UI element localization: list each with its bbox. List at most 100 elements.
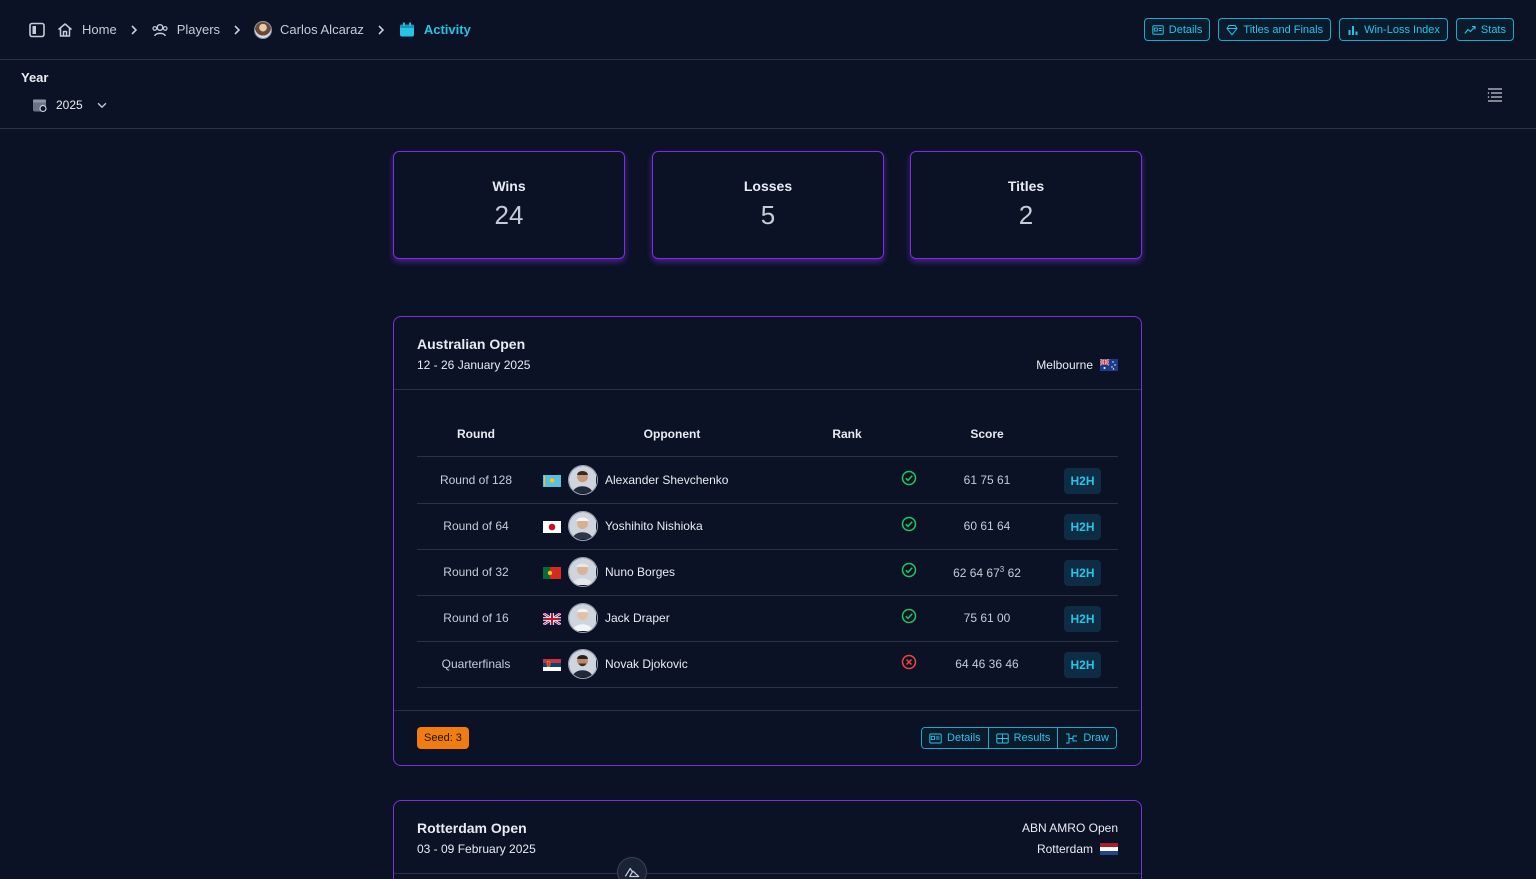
trend-icon <box>1464 25 1476 34</box>
breadcrumb-players-label: Players <box>176 22 221 37</box>
check-circle-icon <box>901 516 917 532</box>
column-opponent: Opponent <box>643 427 701 441</box>
tournament-draw-button[interactable]: Draw <box>1058 728 1116 748</box>
avatar <box>254 20 273 39</box>
tournament-dates: 12 - 26 January 2025 <box>417 358 531 372</box>
column-round: Round <box>457 427 495 441</box>
tournament-details-button[interactable]: Details <box>922 728 989 748</box>
table-row: Round of 16 Jack Draper 75 61 00 H2H <box>417 596 1118 642</box>
win-loss-index-button[interactable]: Win-Loss Index <box>1339 18 1448 41</box>
match-score: 60 61 64 <box>937 519 1037 533</box>
sidebar-toggle-icon[interactable] <box>28 21 46 39</box>
chevron-right-icon <box>374 23 388 37</box>
player-avatar[interactable] <box>568 511 598 541</box>
match-score: 62 64 673 62 <box>937 565 1037 580</box>
list-icon[interactable] <box>1486 86 1504 104</box>
score-text: 75 61 00 <box>963 611 1011 625</box>
check-circle-icon <box>901 562 917 578</box>
table-row: Round of 32 Nuno Borges 62 64 673 62 H2H <box>417 550 1118 596</box>
tournament-name[interactable]: Australian Open <box>417 336 525 352</box>
tournament-results-button[interactable]: Results <box>988 728 1059 748</box>
wins-label: Wins <box>492 178 526 194</box>
matches-table-header: Round Opponent Rank Score <box>417 427 1118 457</box>
opponent-name[interactable]: Yoshihito Nishioka <box>605 519 703 533</box>
uk-flag-icon <box>543 613 561 625</box>
seed-badge: Seed: 3 <box>417 727 469 749</box>
h2h-button[interactable]: H2H <box>1064 560 1101 586</box>
match-score: 75 61 00 <box>937 611 1037 625</box>
titles-label: Titles <box>1007 178 1045 194</box>
titles-and-finals-button-label: Titles and Finals <box>1243 23 1324 36</box>
opponent-name[interactable]: Nuno Borges <box>605 565 675 579</box>
top-actions: Details Titles and Finals Win-Loss Index… <box>1143 18 1514 41</box>
wins-value: 24 <box>494 200 524 230</box>
check-circle-icon <box>901 470 917 486</box>
details-button-label: Details <box>1168 23 1203 36</box>
diamond-icon <box>1226 24 1239 36</box>
tournament-sponsor-name: ABN AMRO Open <box>1021 821 1118 835</box>
tournament-card: Rotterdam Open 03 - 09 February 2025 ABN… <box>393 800 1142 879</box>
score-text: 61 75 61 <box>963 473 1011 487</box>
tournament-actions: Details Results Draw <box>921 727 1117 749</box>
tournament-location: Melbourne <box>1036 358 1118 372</box>
opponent-name[interactable]: Alexander Shevchenko <box>605 473 728 487</box>
match-round: Round of 128 <box>439 473 513 487</box>
tournament-city: Rotterdam <box>1036 842 1093 856</box>
column-rank: Rank <box>832 427 862 441</box>
player-avatar[interactable] <box>568 465 598 495</box>
losses-card: Losses 5 <box>652 151 884 259</box>
table-row: Round of 64 Yoshihito Nishioka 60 61 64 … <box>417 504 1118 550</box>
users-icon <box>152 23 168 36</box>
breadcrumb-current: Activity <box>398 21 471 39</box>
player-avatar[interactable] <box>568 557 598 587</box>
h2h-button[interactable]: H2H <box>1064 606 1101 632</box>
nuxt-logo-icon <box>624 867 640 878</box>
titles-value: 2 <box>1018 200 1034 230</box>
id-card-icon <box>929 733 942 743</box>
nuxt-devtools-button[interactable] <box>617 857 647 879</box>
player-avatar[interactable] <box>568 649 598 679</box>
chevron-down-icon <box>97 102 107 109</box>
tournament-header: Australian Open 12 - 26 January 2025 Mel… <box>394 317 1141 390</box>
h2h-button[interactable]: H2H <box>1064 514 1101 540</box>
breadcrumb-home[interactable]: Home <box>56 21 117 39</box>
win-loss-index-button-label: Win-Loss Index <box>1364 23 1440 36</box>
stats-button-label: Stats <box>1480 23 1506 36</box>
breadcrumb-current-label: Activity <box>423 22 471 37</box>
losses-label: Losses <box>743 178 793 194</box>
score-text: 62 64 67 <box>953 566 1000 580</box>
tournament-details-label: Details <box>947 732 981 744</box>
kazakhstan-flag-icon <box>543 475 561 487</box>
australia-flag-icon <box>1100 359 1118 371</box>
player-avatar[interactable] <box>568 603 598 633</box>
score-text: 60 61 64 <box>963 519 1011 533</box>
breadcrumb-player[interactable]: Carlos Alcaraz <box>254 20 364 39</box>
tournament-dates: 03 - 09 February 2025 <box>417 842 536 856</box>
h2h-button[interactable]: H2H <box>1064 652 1101 678</box>
calendar-search-icon <box>33 99 47 113</box>
netherlands-flag-icon <box>1100 843 1118 855</box>
tournament-footer: Seed: 3 Details Results Draw <box>394 710 1140 765</box>
table-icon <box>995 733 1009 743</box>
table-row: Round of 128 Alexander Shevchenko 61 75 … <box>417 458 1118 504</box>
year-value: 2025 <box>56 98 83 112</box>
titles-and-finals-button[interactable]: Titles and Finals <box>1218 18 1332 41</box>
opponent-name[interactable]: Novak Djokovic <box>605 657 688 671</box>
bracket-icon <box>1066 733 1078 743</box>
tournament-header: Rotterdam Open 03 - 09 February 2025 ABN… <box>394 801 1141 874</box>
details-button[interactable]: Details <box>1143 18 1211 41</box>
year-select[interactable]: 2025 <box>32 97 109 113</box>
h2h-button[interactable]: H2H <box>1064 468 1101 494</box>
tournament-name[interactable]: Rotterdam Open <box>417 820 527 836</box>
breadcrumb: Home Players Carlos Alcaraz Activity <box>28 20 471 39</box>
stats-button[interactable]: Stats <box>1455 18 1514 41</box>
match-round: Round of 64 <box>443 519 509 533</box>
chevron-right-icon <box>230 23 244 37</box>
serbia-flag-icon <box>543 659 561 671</box>
portugal-flag-icon <box>543 567 561 579</box>
losses-value: 5 <box>760 200 776 230</box>
column-score: Score <box>970 427 1004 441</box>
opponent-name[interactable]: Jack Draper <box>605 611 670 625</box>
breadcrumb-players[interactable]: Players <box>151 21 220 39</box>
match-round: Quarterfinals <box>441 657 511 671</box>
